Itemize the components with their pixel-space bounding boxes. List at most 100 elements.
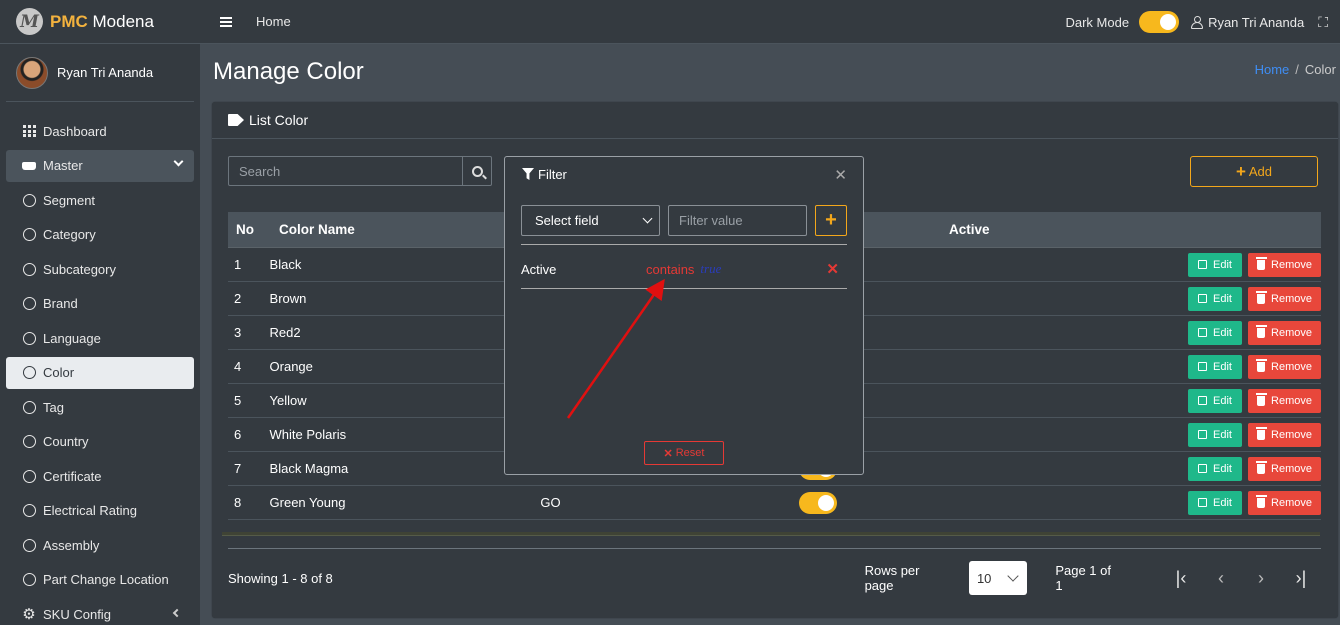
cell-actions: Edit Remove <box>985 490 1321 515</box>
filter-value-input[interactable] <box>668 205 807 236</box>
edit-icon <box>1198 464 1208 473</box>
add-button[interactable]: + Add <box>1190 156 1318 187</box>
remove-button[interactable]: Remove <box>1248 354 1321 379</box>
cell-color-name: Green Young <box>269 495 346 510</box>
circle-icon <box>22 228 36 242</box>
cell-color-name: Red2 <box>269 325 301 340</box>
sidebar-item-tag[interactable]: Tag <box>6 391 194 423</box>
breadcrumb-home[interactable]: Home <box>1255 62 1290 77</box>
trash-icon <box>1255 325 1267 338</box>
horizontal-scrollbar[interactable] <box>222 532 1320 536</box>
rows-per-page-select[interactable]: 10 <box>968 561 1028 595</box>
top-home-link[interactable]: Home <box>256 14 291 29</box>
active-toggle[interactable] <box>798 491 837 514</box>
sidebar-item-category[interactable]: Category <box>6 219 194 251</box>
circle-icon <box>22 538 36 552</box>
user-panel[interactable]: Ryan Tri Ananda <box>6 44 194 102</box>
sidebar-item-master[interactable]: Master <box>6 149 194 182</box>
circle-icon <box>22 469 36 483</box>
column-header-active[interactable]: Active <box>949 222 1185 237</box>
edit-icon <box>1198 294 1208 303</box>
sidebar-item-country[interactable]: Country <box>6 426 194 458</box>
search-button[interactable] <box>463 157 491 185</box>
edit-button[interactable]: Edit <box>1188 320 1242 345</box>
last-page-icon[interactable]: ›| <box>1281 568 1321 589</box>
cell-color-name: Black Magma <box>269 461 349 476</box>
rows-per-page-label: Rows per page <box>864 563 920 593</box>
add-filter-button[interactable]: + <box>815 205 847 236</box>
sidebar-item-electrical-rating[interactable]: Electrical Rating <box>6 495 194 527</box>
sidebar-item-part-change-location[interactable]: Part Change Location <box>6 564 194 596</box>
cell-color-name: Yellow <box>269 393 307 408</box>
card-title: List Color <box>249 112 309 128</box>
sidebar-item-subcategory[interactable]: Subcategory <box>6 253 194 285</box>
avatar <box>16 56 48 89</box>
cell-actions: Edit Remove <box>985 252 1321 277</box>
sidebar-item-dashboard[interactable]: Dashboard <box>6 115 194 147</box>
showing-count: Showing 1 - 8 of 8 <box>228 570 333 586</box>
edit-button[interactable]: Edit <box>1188 490 1242 515</box>
breadcrumb: Home / Color <box>1255 62 1336 77</box>
next-page-icon[interactable]: › <box>1241 568 1281 589</box>
edit-button[interactable]: Edit <box>1188 286 1242 311</box>
remove-button[interactable]: Remove <box>1248 320 1321 345</box>
fullscreen-icon[interactable]: ⛶ <box>1318 14 1328 31</box>
top-user-name[interactable]: Ryan Tri Ananda <box>1208 15 1304 30</box>
dark-mode-label: Dark Mode <box>1065 14 1130 30</box>
sidebar-item-color[interactable]: Color <box>6 356 194 389</box>
filter-controls: Select field + <box>521 205 847 236</box>
reset-button[interactable]: ✕ Reset <box>644 441 724 465</box>
filter-divider <box>521 244 847 245</box>
remove-button[interactable]: Remove <box>1248 490 1321 515</box>
sidebar-item-certificate[interactable]: Certificate <box>6 460 194 492</box>
filter-divider <box>521 288 847 289</box>
circle-icon <box>22 366 36 380</box>
edit-icon <box>1198 328 1208 337</box>
column-header-no[interactable]: No <box>228 222 279 237</box>
edit-button[interactable]: Edit <box>1188 388 1242 413</box>
sidebar-item-brand[interactable]: Brand <box>6 288 194 320</box>
brand[interactable]: M PMC Modena <box>0 0 200 44</box>
sidebar-item-segment[interactable]: Segment <box>6 184 194 216</box>
remove-button[interactable]: Remove <box>1248 252 1321 277</box>
search-input[interactable] <box>229 157 463 185</box>
rule-value: true <box>700 261 722 276</box>
top-navbar: Home Dark Mode Ryan Tri Ananda ⛶ <box>200 0 1340 44</box>
breadcrumb-separator: / <box>1295 62 1299 77</box>
chevron-down-icon <box>1007 570 1019 582</box>
remove-button[interactable]: Remove <box>1248 286 1321 311</box>
select-field-dropdown[interactable]: Select field <box>521 205 660 236</box>
edit-button[interactable]: Edit <box>1188 422 1242 447</box>
cell-color-name: Orange <box>269 359 313 374</box>
cell-actions: Edit Remove <box>985 286 1321 311</box>
breadcrumb-current: Color <box>1304 62 1336 77</box>
chevron-down-icon <box>642 213 653 224</box>
edit-button[interactable]: Edit <box>1188 252 1242 277</box>
cell-no: 5 <box>234 393 242 408</box>
edit-icon <box>1198 498 1208 507</box>
close-icon[interactable]: ✕ <box>834 166 847 184</box>
sidebar: M PMC Modena Ryan Tri Ananda Dashboard M… <box>0 0 200 625</box>
remove-button[interactable]: Remove <box>1248 388 1321 413</box>
edit-button[interactable]: Edit <box>1188 354 1242 379</box>
filter-title: Filter <box>538 166 567 182</box>
pagination: |‹ ‹ › ›| <box>1161 568 1321 589</box>
cell-no: 7 <box>234 461 242 476</box>
card-header: List Color <box>212 102 1338 139</box>
circle-icon <box>22 573 36 587</box>
dark-mode-toggle[interactable] <box>1139 11 1180 33</box>
sidebar-item-assembly[interactable]: Assembly <box>6 529 194 561</box>
remove-button[interactable]: Remove <box>1248 456 1321 481</box>
remove-button[interactable]: Remove <box>1248 422 1321 447</box>
hamburger-menu-icon[interactable] <box>220 16 232 27</box>
rule-operator: contains <box>646 261 695 277</box>
first-page-icon[interactable]: |‹ <box>1161 568 1201 589</box>
edit-button[interactable]: Edit <box>1188 456 1242 481</box>
sidebar-item-language[interactable]: Language <box>6 322 194 354</box>
prev-page-icon[interactable]: ‹ <box>1201 568 1241 589</box>
close-icon: ✕ <box>663 447 673 460</box>
trash-icon <box>1255 257 1267 270</box>
circle-icon <box>22 435 36 449</box>
delete-rule-icon[interactable]: ✕ <box>826 260 839 278</box>
sidebar-item-sku-config[interactable]: ⚙ SKU Config <box>6 598 194 625</box>
